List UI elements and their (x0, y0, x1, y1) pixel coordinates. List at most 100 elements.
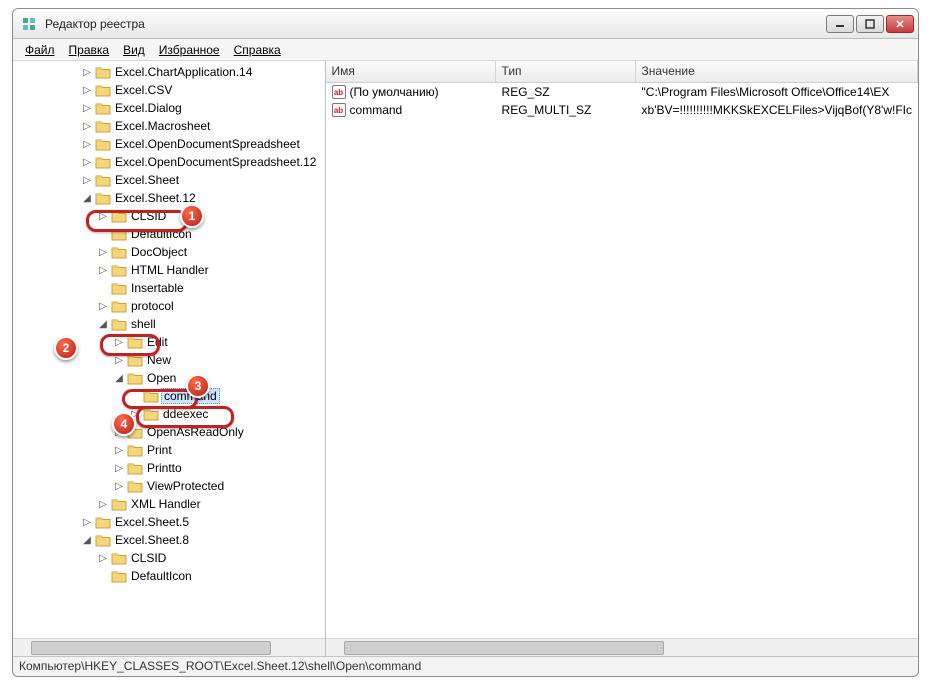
values-body[interactable]: ab(По умолчанию)REG_SZ"C:\Program Files\… (326, 83, 918, 638)
tree-item-label[interactable]: ddeexec (161, 407, 210, 421)
tree-item-label[interactable]: ViewProtected (145, 479, 226, 493)
tree-item-label[interactable]: Excel.Sheet.12 (113, 191, 198, 205)
expand-toggle-icon[interactable]: ▷ (97, 499, 109, 510)
close-button[interactable] (886, 15, 914, 33)
expand-toggle-icon[interactable]: ▷ (81, 175, 93, 186)
expand-toggle-icon[interactable]: ▷ (81, 121, 93, 132)
col-type[interactable]: Тип (496, 61, 636, 82)
tree-item[interactable]: ▷ Excel.Dialog (13, 99, 325, 117)
expand-toggle-icon[interactable]: ▷ (81, 157, 93, 168)
tree-item[interactable]: ▷ HTML Handler (13, 261, 325, 279)
expand-toggle-icon[interactable]: ▷ (113, 355, 125, 366)
tree-item[interactable]: ◢ shell (13, 315, 325, 333)
tree-item-label[interactable]: Insertable (129, 281, 186, 295)
tree-item[interactable]: ▷ New (13, 351, 325, 369)
tree-item[interactable]: ▷ Excel.CSV (13, 81, 325, 99)
expand-toggle-icon[interactable]: ▷ (113, 445, 125, 456)
maximize-button[interactable] (856, 15, 884, 33)
tree-hscrollbar[interactable] (13, 638, 325, 656)
expand-toggle-icon[interactable]: ▷ (113, 481, 125, 492)
expand-toggle-icon[interactable]: ▷ (81, 517, 93, 528)
menu-file[interactable]: Файл (19, 41, 61, 59)
tree-item[interactable]: ▷ ddeexec (13, 405, 325, 423)
values-hscrollbar[interactable] (326, 638, 918, 656)
tree-item[interactable]: ▷ Excel.OpenDocumentSpreadsheet.12 (13, 153, 325, 171)
menu-favorites[interactable]: Избранное (153, 41, 226, 59)
tree-item-label[interactable]: DefaultIcon (129, 227, 194, 241)
tree-item[interactable]: ▷ protocol (13, 297, 325, 315)
tree-item-label[interactable]: command (161, 388, 220, 404)
expand-toggle-icon[interactable]: ▷ (81, 67, 93, 78)
expand-toggle-icon[interactable]: ▷ (97, 553, 109, 564)
tree-item-label[interactable]: Edit (145, 335, 170, 349)
tree-item[interactable]: ▷ CLSID (13, 549, 325, 567)
expand-toggle-icon[interactable]: ▷ (129, 409, 141, 420)
expand-toggle-icon[interactable]: ▷ (81, 85, 93, 96)
tree-item[interactable]: DefaultIcon (13, 225, 325, 243)
tree-item-label[interactable]: Printto (145, 461, 184, 475)
tree-item[interactable]: ▷ Excel.Sheet (13, 171, 325, 189)
tree-item-label[interactable]: Excel.Sheet (113, 173, 181, 187)
tree-scroll[interactable]: ▷ Excel.ChartApplication.14 ▷ Excel.CSV ▷ Exc… (13, 61, 325, 638)
expand-toggle-icon[interactable]: ▷ (81, 103, 93, 114)
minimize-button[interactable] (826, 15, 854, 33)
menu-help[interactable]: Справка (228, 41, 287, 59)
tree-item[interactable]: ◢ Open (13, 369, 325, 387)
expand-toggle-icon[interactable]: ▷ (113, 427, 125, 438)
expand-toggle-icon[interactable]: ▷ (97, 247, 109, 258)
titlebar[interactable]: Редактор реестра (13, 9, 918, 39)
tree-item-label[interactable]: Excel.Sheet.5 (113, 515, 191, 529)
expand-toggle-icon[interactable]: ▷ (97, 301, 109, 312)
expand-toggle-icon[interactable]: ▷ (113, 463, 125, 474)
tree-item-label[interactable]: protocol (129, 299, 176, 313)
menu-view[interactable]: Вид (117, 41, 151, 59)
expand-toggle-icon[interactable]: ▷ (97, 265, 109, 276)
expand-toggle-icon[interactable]: ◢ (97, 319, 109, 330)
tree-item[interactable]: ▷ Excel.Sheet.5 (13, 513, 325, 531)
tree-item[interactable]: ◢ Excel.Sheet.8 (13, 531, 325, 549)
tree-item[interactable]: ▷ Excel.ChartApplication.14 (13, 63, 325, 81)
expand-toggle-icon[interactable]: ◢ (113, 373, 125, 384)
tree-item-label[interactable]: HTML Handler (129, 263, 211, 277)
value-row[interactable]: ab(По умолчанию)REG_SZ"C:\Program Files\… (326, 83, 918, 101)
col-name[interactable]: Имя (326, 61, 496, 82)
expand-toggle-icon[interactable]: ◢ (81, 535, 93, 546)
tree-item-label[interactable]: Excel.ChartApplication.14 (113, 65, 254, 79)
tree-item-label[interactable]: CLSID (129, 209, 168, 223)
value-row[interactable]: abcommandREG_MULTI_SZxb'BV=!!!!!!!!!!MKK… (326, 101, 918, 119)
tree-item-label[interactable]: shell (129, 317, 158, 331)
tree-item-label[interactable]: Excel.OpenDocumentSpreadsheet.12 (113, 155, 318, 169)
tree-item-label[interactable]: CLSID (129, 551, 168, 565)
tree-item[interactable]: ▷ ViewProtected (13, 477, 325, 495)
tree-item[interactable]: DefaultIcon (13, 567, 325, 585)
tree-item-label[interactable]: Excel.Sheet.8 (113, 533, 191, 547)
tree-item[interactable]: ▷ CLSID (13, 207, 325, 225)
tree-item[interactable]: ▷ XML Handler (13, 495, 325, 513)
tree-item[interactable]: ▷ Printto (13, 459, 325, 477)
tree-item-label[interactable]: XML Handler (129, 497, 203, 511)
tree-item[interactable]: command (13, 387, 325, 405)
tree-item-label[interactable]: OpenAsReadOnly (145, 425, 246, 439)
tree-item-label[interactable]: DocObject (129, 245, 189, 259)
tree-item-label[interactable]: Excel.Dialog (113, 101, 184, 115)
tree-item-label[interactable]: Print (145, 443, 174, 457)
tree-item-label[interactable]: Open (145, 371, 178, 385)
tree-item[interactable]: ▷ Excel.OpenDocumentSpreadsheet (13, 135, 325, 153)
tree-item[interactable]: ▷ Excel.Macrosheet (13, 117, 325, 135)
tree-item-label[interactable]: Excel.Macrosheet (113, 119, 212, 133)
tree-item-label[interactable]: DefaultIcon (129, 569, 194, 583)
expand-toggle-icon[interactable]: ◢ (81, 193, 93, 204)
menu-edit[interactable]: Правка (63, 41, 116, 59)
tree-item[interactable]: ▷ Print (13, 441, 325, 459)
expand-toggle-icon[interactable]: ▷ (97, 211, 109, 222)
tree-item-label[interactable]: Excel.CSV (113, 83, 174, 97)
col-value[interactable]: Значение (636, 61, 918, 82)
tree-item[interactable]: ▷Edit (13, 333, 325, 351)
tree-item[interactable]: ◢ Excel.Sheet.12 (13, 189, 325, 207)
tree-item[interactable]: ▷ DocObject (13, 243, 325, 261)
tree-item[interactable]: Insertable (13, 279, 325, 297)
tree-item-label[interactable]: New (145, 353, 173, 367)
expand-toggle-icon[interactable]: ▷ (81, 139, 93, 150)
tree-item[interactable]: ▷ OpenAsReadOnly (13, 423, 325, 441)
tree-item-label[interactable]: Excel.OpenDocumentSpreadsheet (113, 137, 302, 151)
